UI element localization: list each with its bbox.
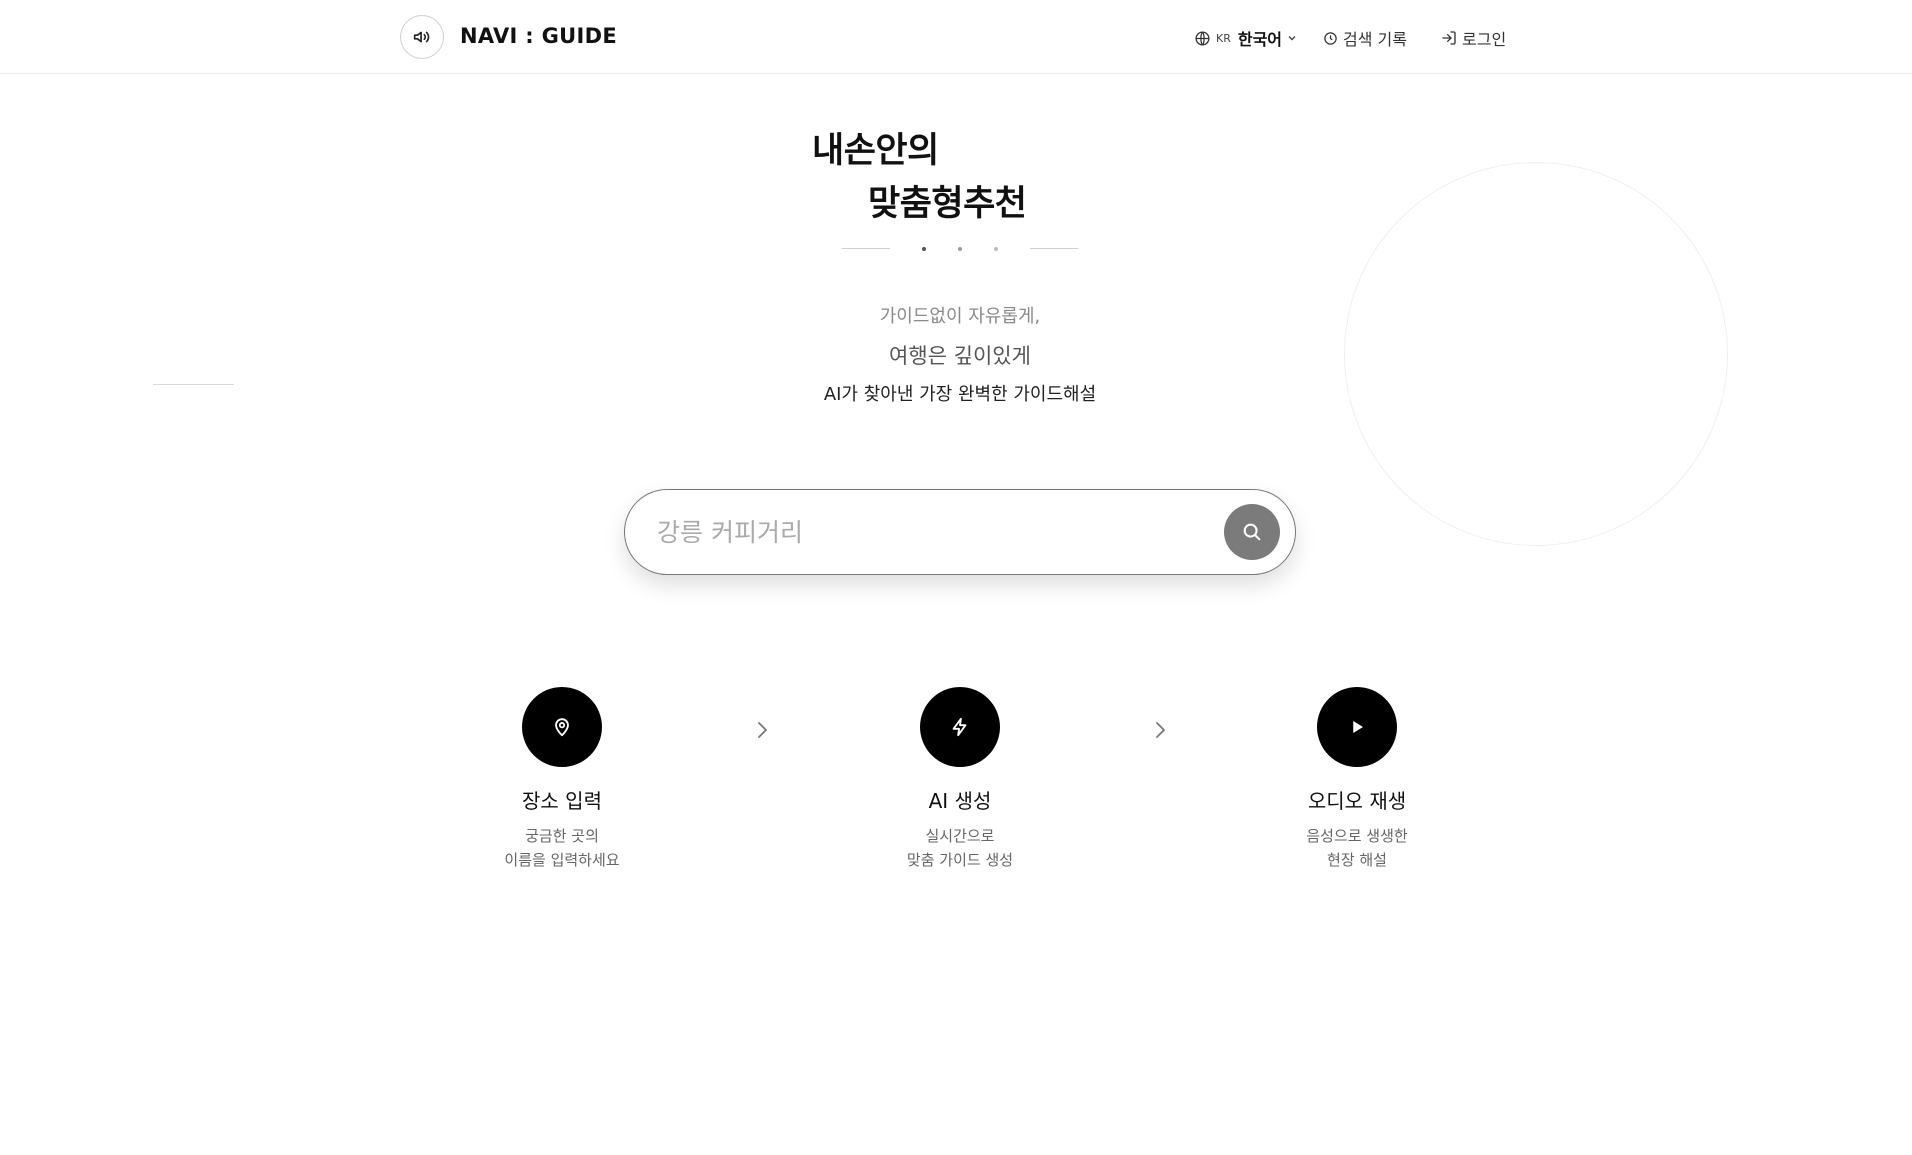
step-icon-circle [522,687,602,767]
lightning-icon [952,717,967,737]
divider-left [842,248,890,249]
search-button[interactable] [1224,504,1280,560]
step-title: 장소 입력 [522,789,602,813]
step-desc-line: 실시간으로 [925,827,995,845]
step-desc-line: 음성으로 생생한 [1306,827,1408,845]
language-selector[interactable]: KR 한국어 [1194,26,1297,50]
logo-button[interactable] [400,15,444,59]
step-description: 실시간으로 맞춤 가이드 생성 [850,824,1070,872]
divider-right [1030,248,1078,249]
speaker-volume-icon [413,31,430,43]
step-audio-play: 오디오 재생 음성으로 생생한 현장 해설 [1247,687,1467,872]
chevron-right-icon [1150,718,1170,742]
hero-subtitle-1: 가이드없이 자유롭게, [879,306,1041,327]
login-label: 로그인 [1462,30,1507,49]
divider-dot [958,247,962,251]
step-ai-generate: AI 생성 실시간으로 맞춤 가이드 생성 [850,687,1070,872]
hero-subtitle-2: 여행은 깊이있게 [889,344,1031,368]
search-input[interactable] [657,512,1197,552]
login-link[interactable]: 로그인 [1441,26,1506,50]
step-description: 궁금한 곳의 이름을 입력하세요 [452,824,672,872]
clock-icon [1324,31,1337,45]
globe-icon [1195,30,1210,46]
step-icon-circle [1317,687,1397,767]
divider-dot [994,247,998,251]
step-title: AI 생성 [928,789,992,813]
search-bar [624,489,1296,575]
search-history-label: 검색 기록 [1343,30,1407,49]
language-code: KR [1216,31,1231,45]
step-place-input: 장소 입력 궁금한 곳의 이름을 입력하세요 [452,687,672,872]
search-history-link[interactable]: 검색 기록 [1323,26,1407,50]
map-pin-icon [555,718,569,737]
step-desc-line: 궁금한 곳의 [525,827,599,845]
divider-dot [922,247,926,251]
step-desc-line: 이름을 입력하세요 [504,851,620,869]
step-title: 오디오 재생 [1307,789,1407,813]
step-icon-circle [920,687,1000,767]
language-label: 한국어 [1237,30,1283,49]
hero-title-line1: 내손안의 [812,131,939,171]
logo-text[interactable]: NAVI : GUIDE [460,24,617,48]
step-desc-line: 현장 해설 [1327,851,1387,869]
top-header: NAVI : GUIDE KR 한국어 검색 기록 로그인 [0,0,1912,74]
search-icon [1243,523,1261,541]
hero-title-line2: 맞춤형추천 [868,184,1027,224]
chevron-down-icon [1288,36,1296,41]
hero-subtitle-3: AI가 찾아낸 가장 완벽한 가이드해설 [823,384,1097,405]
play-icon [1353,721,1363,733]
step-description: 음성으로 생생한 현장 해설 [1247,824,1467,872]
step-desc-line: 맞춤 가이드 생성 [906,851,1014,869]
chevron-right-icon [752,718,772,742]
login-arrow-icon [1442,31,1456,45]
